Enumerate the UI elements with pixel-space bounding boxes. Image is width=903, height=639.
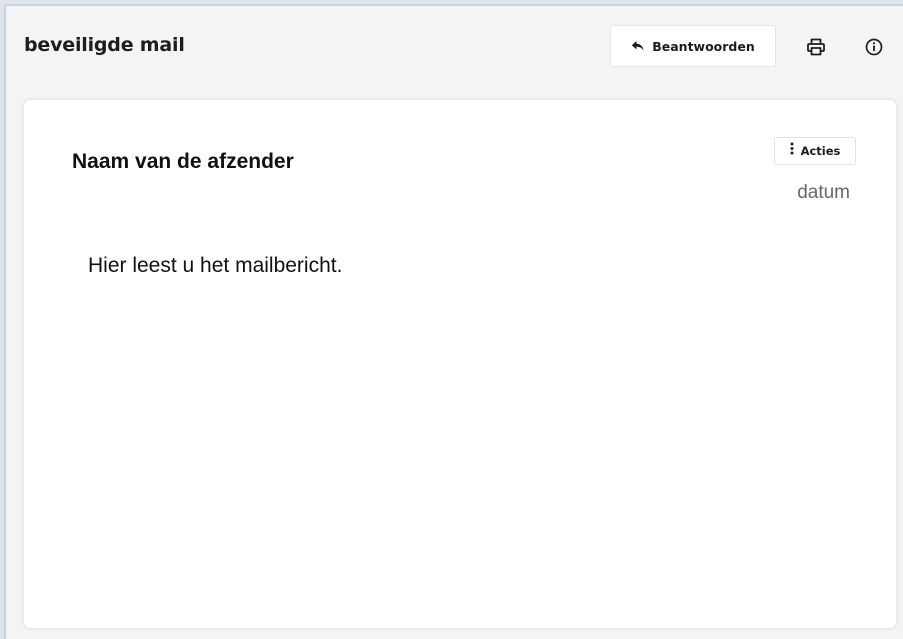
app-window: beveiligde mail Beantwoorden Naam van de… bbox=[4, 4, 903, 639]
info-button[interactable] bbox=[861, 36, 887, 62]
actions-button[interactable]: Acties bbox=[774, 137, 856, 165]
page-title: beveiligde mail bbox=[24, 34, 185, 56]
message-date: datum bbox=[797, 182, 850, 203]
info-icon bbox=[865, 38, 883, 61]
vertical-dots-icon bbox=[790, 142, 794, 160]
sender-name: Naam van de afzender bbox=[72, 150, 294, 173]
reply-icon bbox=[631, 40, 645, 52]
print-icon bbox=[806, 37, 826, 62]
print-button[interactable] bbox=[801, 34, 831, 64]
reply-button[interactable]: Beantwoorden bbox=[610, 25, 776, 67]
message-body: Hier leest u het mailbericht. bbox=[88, 254, 343, 277]
header-bar: beveiligde mail Beantwoorden bbox=[6, 6, 903, 92]
actions-button-label: Acties bbox=[800, 144, 841, 158]
reply-button-label: Beantwoorden bbox=[652, 38, 755, 54]
message-card: Naam van de afzender Acties datum Hier l… bbox=[24, 100, 896, 628]
